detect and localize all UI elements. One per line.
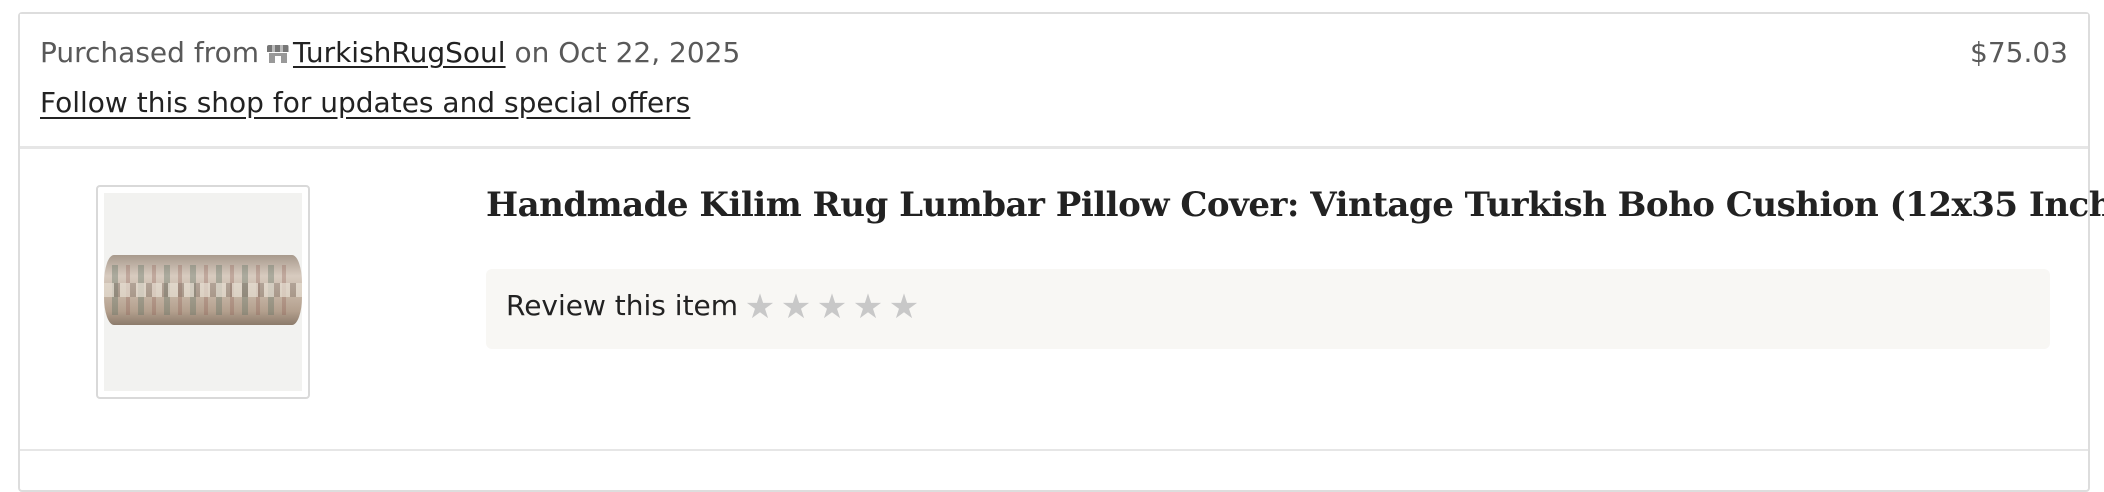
purchased-line: Purchased from TurkishRugSoul on Oct 22, … bbox=[40, 36, 740, 69]
item-title-link[interactable]: Handmade Kilim Rug Lumbar Pillow Cover: … bbox=[486, 185, 2104, 225]
item-thumbnail[interactable] bbox=[96, 185, 310, 399]
star-icon[interactable]: ★ bbox=[780, 287, 812, 327]
shop-icon bbox=[266, 45, 289, 63]
star-icon[interactable]: ★ bbox=[888, 287, 920, 327]
shop-name-link[interactable]: TurkishRugSoul bbox=[293, 36, 506, 69]
follow-shop-link[interactable]: Follow this shop for updates and special… bbox=[40, 86, 690, 119]
star-rating[interactable]: ★ ★ ★ ★ ★ bbox=[744, 287, 920, 327]
star-icon[interactable]: ★ bbox=[816, 287, 848, 327]
purchased-prefix: Purchased from bbox=[40, 36, 259, 69]
order-header: Purchased from TurkishRugSoul on Oct 22, … bbox=[20, 14, 2088, 149]
purchase-date: on Oct 22, 2025 bbox=[514, 36, 741, 69]
order-card: Purchased from TurkishRugSoul on Oct 22, … bbox=[18, 12, 2104, 492]
pillow-image bbox=[104, 255, 302, 325]
pillow-thumbnail-image bbox=[104, 193, 302, 391]
review-box: Review this item ★ ★ ★ ★ ★ bbox=[486, 269, 2050, 349]
order-price: $75.03 bbox=[1970, 36, 2068, 69]
review-label: Review this item bbox=[506, 289, 739, 322]
order-item-row: Handmade Kilim Rug Lumbar Pillow Cover: … bbox=[20, 149, 2104, 451]
star-icon[interactable]: ★ bbox=[852, 287, 884, 327]
star-icon[interactable]: ★ bbox=[744, 287, 776, 327]
